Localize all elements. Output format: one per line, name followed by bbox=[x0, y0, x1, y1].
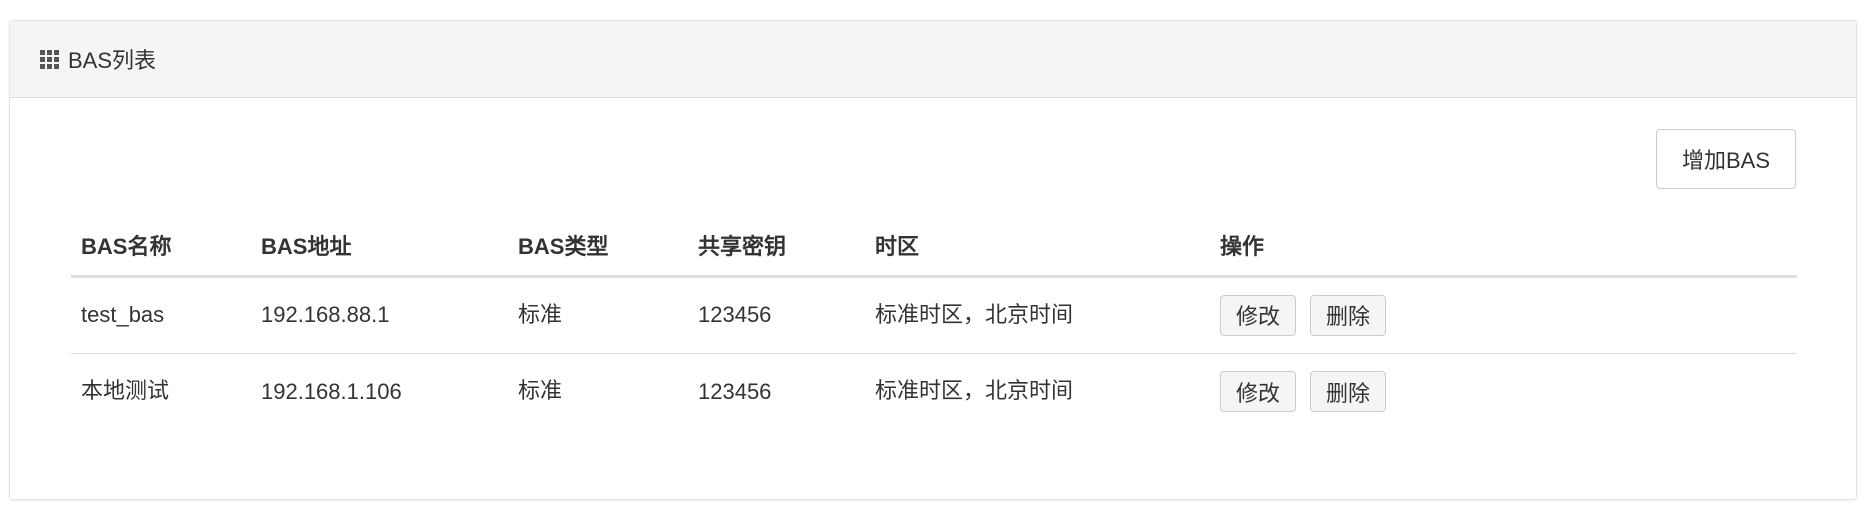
edit-button[interactable]: 修改 bbox=[1220, 294, 1296, 336]
bas-table: BAS名称 BAS地址 BAS类型 共享密钥 时区 操作 test_bas 19… bbox=[71, 216, 1797, 430]
delete-button[interactable]: 删除 bbox=[1310, 294, 1386, 336]
cell-actions: 修改 删除 bbox=[1210, 276, 1797, 354]
column-header-type: BAS类型 bbox=[508, 216, 688, 278]
panel-title: BAS列表 bbox=[68, 48, 157, 73]
column-header-secret: 共享密钥 bbox=[688, 216, 865, 278]
delete-button[interactable]: 删除 bbox=[1310, 371, 1386, 413]
cell-secret: 123456 bbox=[688, 276, 865, 354]
cell-type: 标准 bbox=[518, 378, 563, 404]
column-header-actions: 操作 bbox=[1210, 216, 1797, 278]
cell-name: 本地测试 bbox=[81, 378, 170, 404]
edit-button[interactable]: 修改 bbox=[1220, 371, 1296, 413]
cell-timezone: 标准时区，北京时间 bbox=[875, 378, 1074, 404]
grid-icon bbox=[40, 49, 59, 69]
add-bas-button[interactable]: 增加BAS bbox=[1656, 129, 1796, 189]
column-header-timezone: 时区 bbox=[865, 216, 1210, 278]
cell-address: 192.168.1.106 bbox=[261, 378, 402, 404]
panel-body: 增加BAS BAS名称 BAS地址 BAS类型 共享密钥 时区 操作 test_… bbox=[10, 98, 1856, 499]
cell-type: 标准 bbox=[508, 276, 688, 354]
cell-address: 192.168.88.1 bbox=[251, 276, 508, 354]
cell-timezone: 标准时区，北京时间 bbox=[865, 276, 1210, 354]
cell-actions: 修改 删除 bbox=[1210, 353, 1797, 430]
bas-list-panel: BAS列表 增加BAS BAS名称 BAS地址 BAS类型 共享密钥 时区 操作… bbox=[9, 20, 1857, 500]
table-header-row: BAS名称 BAS地址 BAS类型 共享密钥 时区 操作 bbox=[71, 216, 1797, 278]
cell-name: test_bas bbox=[71, 276, 251, 354]
column-header-name: BAS名称 bbox=[71, 216, 251, 278]
table-row: test_bas 192.168.88.1 标准 123456 标准时区，北京时… bbox=[71, 276, 1797, 354]
table-row: 本地测试 192.168.1.106 标准 123456 标准时区，北京时间 修… bbox=[71, 353, 1797, 430]
column-header-address: BAS地址 bbox=[251, 216, 508, 278]
panel-heading: BAS列表 bbox=[10, 21, 1856, 98]
cell-secret: 123456 bbox=[698, 378, 772, 404]
